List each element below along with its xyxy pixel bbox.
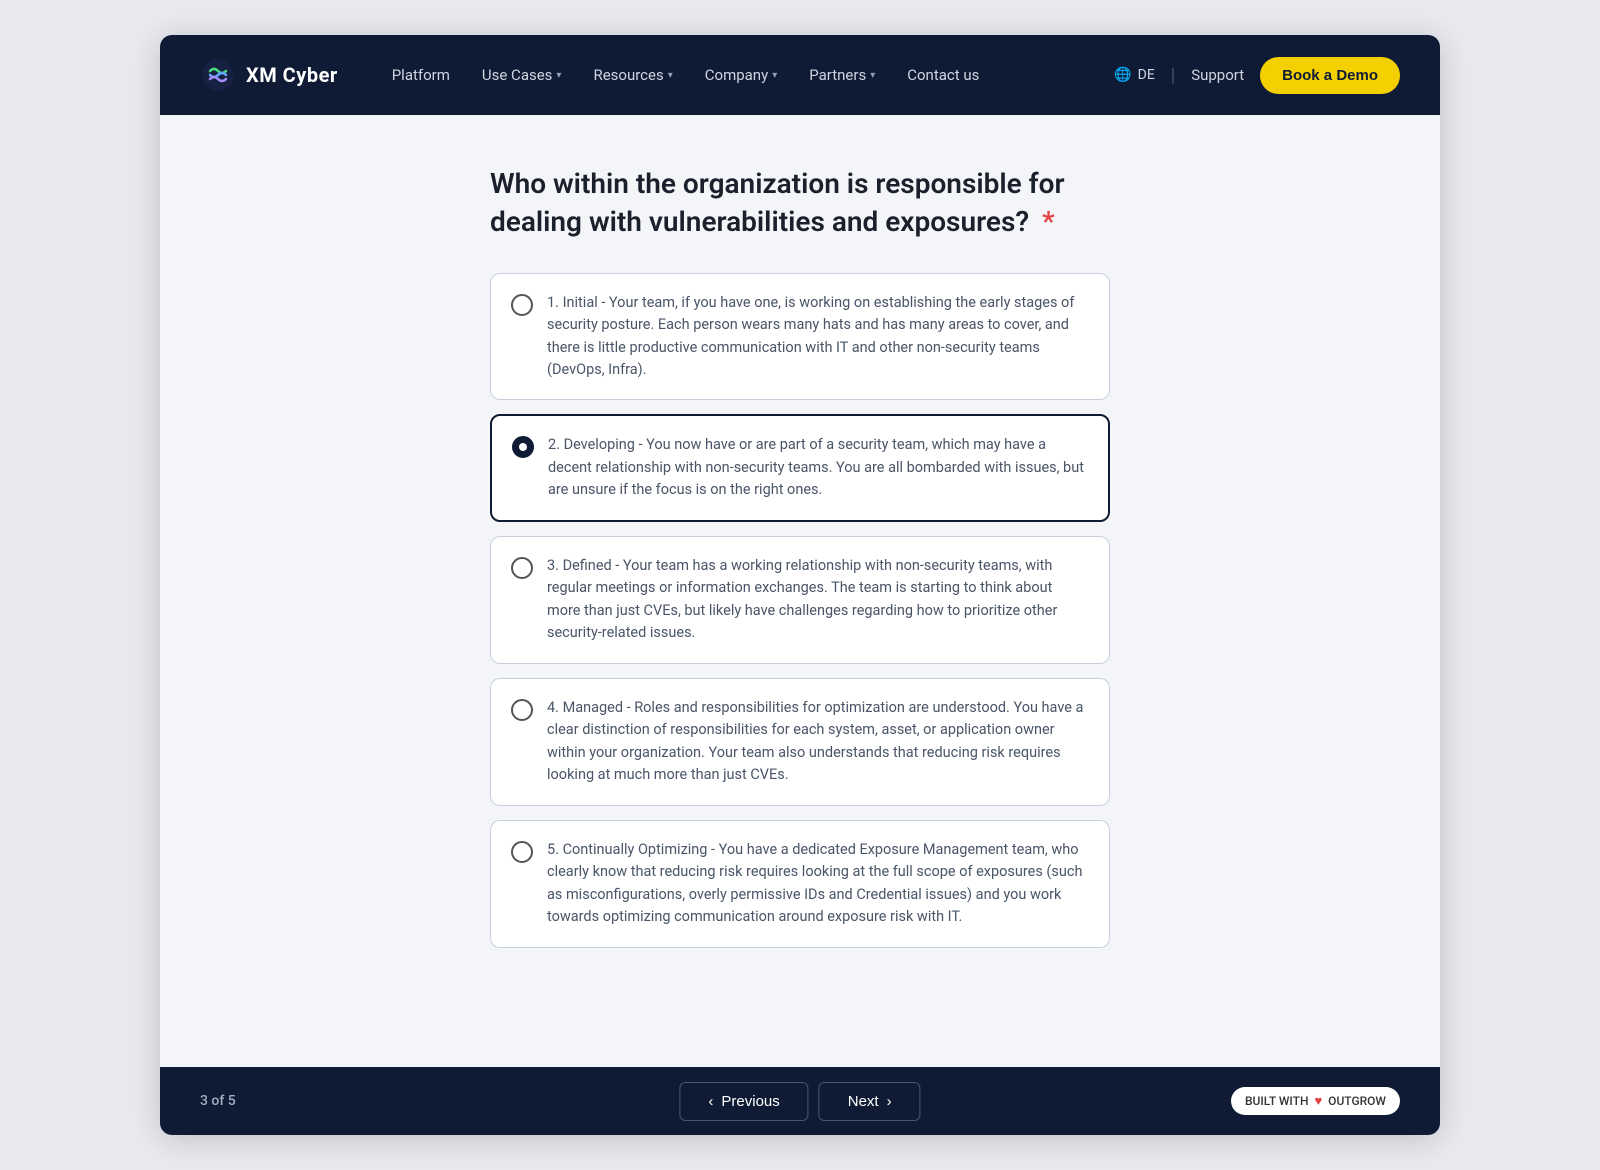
- radio-3: [511, 557, 533, 579]
- logo-text: XM Cyber: [246, 63, 338, 87]
- nav-item-contact[interactable]: Contact us: [893, 58, 993, 92]
- support-link[interactable]: Support: [1191, 66, 1244, 84]
- nav-item-company[interactable]: Company ▾: [691, 58, 791, 92]
- chevron-right-icon: ›: [887, 1093, 892, 1110]
- question-title: Who within the organization is responsib…: [490, 165, 1110, 241]
- question-area: Who within the organization is responsib…: [490, 165, 1110, 948]
- option-1-text: 1. Initial - Your team, if you have one,…: [547, 292, 1089, 382]
- option-3[interactable]: 3. Defined - Your team has a working rel…: [490, 536, 1110, 664]
- chevron-left-icon: ‹: [708, 1093, 713, 1110]
- option-2-text: 2. Developing - You now have or are part…: [548, 434, 1088, 501]
- nav-item-usecases[interactable]: Use Cases ▾: [468, 58, 576, 92]
- option-5[interactable]: 5. Continually Optimizing - You have a d…: [490, 820, 1110, 948]
- navbar: XM Cyber Platform Use Cases ▾ Resources …: [160, 35, 1440, 115]
- footer-nav-buttons: ‹ Previous Next ›: [679, 1082, 920, 1121]
- options-list: 1. Initial - Your team, if you have one,…: [490, 273, 1110, 948]
- nav-item-partners[interactable]: Partners ▾: [795, 58, 889, 92]
- nav-divider: |: [1171, 65, 1175, 86]
- nav-item-platform[interactable]: Platform: [378, 58, 464, 92]
- radio-1: [511, 294, 533, 316]
- language-selector[interactable]: 🌐 DE: [1114, 67, 1155, 83]
- option-2[interactable]: 2. Developing - You now have or are part…: [490, 414, 1110, 521]
- radio-4: [511, 699, 533, 721]
- book-demo-button[interactable]: Book a Demo: [1260, 57, 1400, 94]
- radio-2: [512, 436, 534, 458]
- option-4-text: 4. Managed - Roles and responsibilities …: [547, 697, 1089, 787]
- chevron-down-icon: ▾: [556, 70, 561, 81]
- required-star: *: [1042, 205, 1055, 238]
- built-with-badge: BUILT WITH ♥ OUTGROW: [1231, 1087, 1400, 1115]
- xm-cyber-logo-icon: [200, 57, 236, 93]
- option-3-text: 3. Defined - Your team has a working rel…: [547, 555, 1089, 645]
- chevron-down-icon: ▾: [870, 70, 875, 81]
- main-window: XM Cyber Platform Use Cases ▾ Resources …: [160, 35, 1440, 1135]
- option-5-text: 5. Continually Optimizing - You have a d…: [547, 839, 1089, 929]
- chevron-down-icon: ▾: [668, 70, 673, 81]
- main-content: Who within the organization is responsib…: [160, 115, 1440, 1067]
- next-button[interactable]: Next ›: [819, 1082, 921, 1121]
- globe-icon: 🌐: [1114, 67, 1131, 83]
- nav-item-resources[interactable]: Resources ▾: [579, 58, 686, 92]
- logo-area[interactable]: XM Cyber: [200, 57, 338, 93]
- page-indicator: 3 of 5: [200, 1093, 236, 1109]
- radio-5: [511, 841, 533, 863]
- footer: 3 of 5 ‹ Previous Next › BUILT WITH ♥ OU…: [160, 1067, 1440, 1135]
- option-1[interactable]: 1. Initial - Your team, if you have one,…: [490, 273, 1110, 401]
- chevron-down-icon: ▾: [772, 70, 777, 81]
- previous-button[interactable]: ‹ Previous: [679, 1082, 808, 1121]
- nav-right: 🌐 DE | Support Book a Demo: [1114, 57, 1400, 94]
- option-4[interactable]: 4. Managed - Roles and responsibilities …: [490, 678, 1110, 806]
- nav-links: Platform Use Cases ▾ Resources ▾ Company…: [378, 58, 1114, 92]
- heart-icon: ♥: [1314, 1093, 1322, 1109]
